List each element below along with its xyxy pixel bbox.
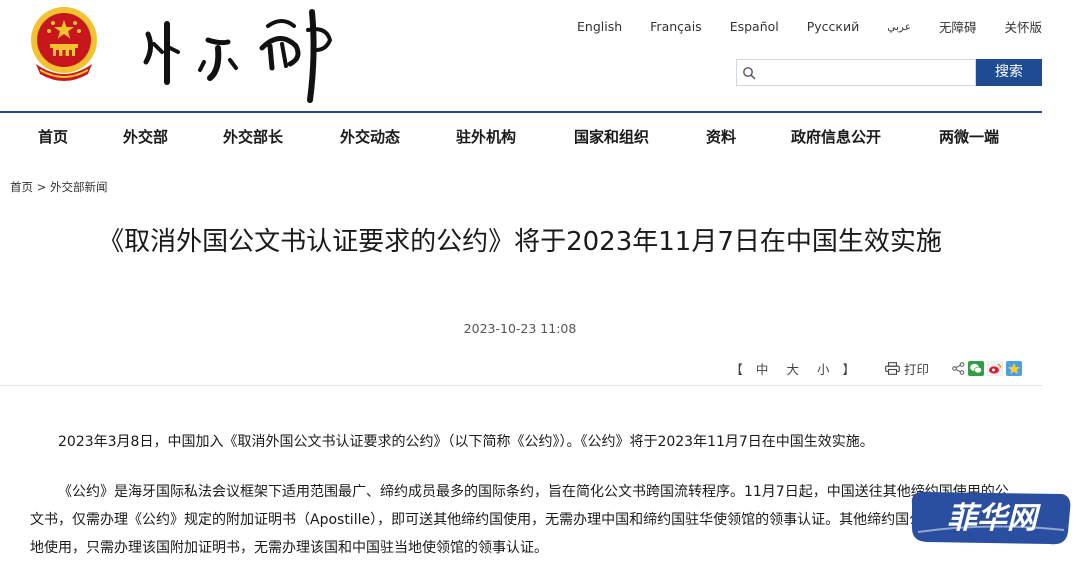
wechat-share-icon[interactable] xyxy=(968,361,984,376)
search-icon xyxy=(743,67,756,80)
font-size-bracket-open: 【 xyxy=(730,362,743,377)
share-bar xyxy=(949,361,1022,376)
print-button[interactable]: 打印 xyxy=(885,359,929,378)
lang-russian-link[interactable]: Русский xyxy=(807,19,859,34)
ministry-calligraphy-logo xyxy=(143,9,333,103)
nav-item-missions-abroad[interactable]: 驻外机构 xyxy=(456,126,516,147)
share-icon[interactable] xyxy=(952,362,965,375)
font-size-bracket-close: 】 xyxy=(842,362,855,377)
nav-item-resources[interactable]: 资料 xyxy=(706,126,736,147)
font-size-small-button[interactable]: 小 xyxy=(817,359,830,378)
search-input[interactable] xyxy=(759,60,971,85)
main-nav: 首页 外交部 外交部长 外交动态 驻外机构 国家和组织 资料 政府信息公开 两微… xyxy=(0,113,1042,157)
language-bar: English Français Español Русский عربي 无障… xyxy=(577,17,1042,36)
font-size-medium-button[interactable]: 大 xyxy=(786,359,799,378)
lang-english-link[interactable]: English xyxy=(577,19,622,34)
breadcrumb-home-link[interactable]: 首页 xyxy=(10,180,33,194)
article-divider xyxy=(0,385,1042,386)
lang-french-link[interactable]: Français xyxy=(650,19,702,34)
article-tools: 【 中 大 小 】 打印 xyxy=(726,359,1022,378)
watermark-text: 菲华网 xyxy=(947,501,1041,536)
nav-item-ministry[interactable]: 外交部 xyxy=(123,126,168,147)
nav-item-diplomatic-news[interactable]: 外交动态 xyxy=(340,126,400,147)
print-label: 打印 xyxy=(903,362,929,377)
article-paragraph-1: 2023年3月8日，中国加入《取消外国公文书认证要求的公约》（以下简称《公约》）… xyxy=(58,434,874,450)
search-box xyxy=(736,59,976,86)
article-title: 《取消外国公文书认证要求的公约》将于2023年11月7日在中国生效实施 xyxy=(98,227,942,257)
nav-item-social-media[interactable]: 两微一端 xyxy=(939,126,999,147)
nav-item-gov-info-disclosure[interactable]: 政府信息公开 xyxy=(791,126,881,147)
qzone-share-icon[interactable] xyxy=(1006,361,1022,376)
nav-item-home[interactable]: 首页 xyxy=(38,126,68,147)
accessibility-link[interactable]: 无障碍 xyxy=(939,17,977,36)
printer-icon xyxy=(885,362,900,375)
care-version-link[interactable]: 关怀版 xyxy=(1004,17,1042,36)
national-emblem-icon xyxy=(31,7,97,81)
breadcrumb-separator: > xyxy=(36,180,47,194)
lang-arabic-link[interactable]: عربي xyxy=(887,21,911,33)
lang-spanish-link[interactable]: Español xyxy=(730,19,779,34)
article-date: 2023-10-23 11:08 xyxy=(463,321,577,336)
breadcrumb: 首页 > 外交部新闻 xyxy=(10,179,107,195)
nav-item-countries-organizations[interactable]: 国家和组织 xyxy=(574,126,649,147)
watermark-logo: 菲华网 xyxy=(911,491,1071,545)
breadcrumb-current-link[interactable]: 外交部新闻 xyxy=(50,180,108,194)
search-button[interactable]: 搜索 xyxy=(976,59,1042,86)
font-size-large-button[interactable]: 中 xyxy=(756,359,769,378)
nav-item-minister[interactable]: 外交部长 xyxy=(223,126,283,147)
weibo-share-icon[interactable] xyxy=(987,361,1003,376)
article-paragraph-2: 《公约》是海牙国际私法会议框架下适用范围最广、缔约成员最多的国际条约，旨在简化公… xyxy=(30,484,1009,556)
